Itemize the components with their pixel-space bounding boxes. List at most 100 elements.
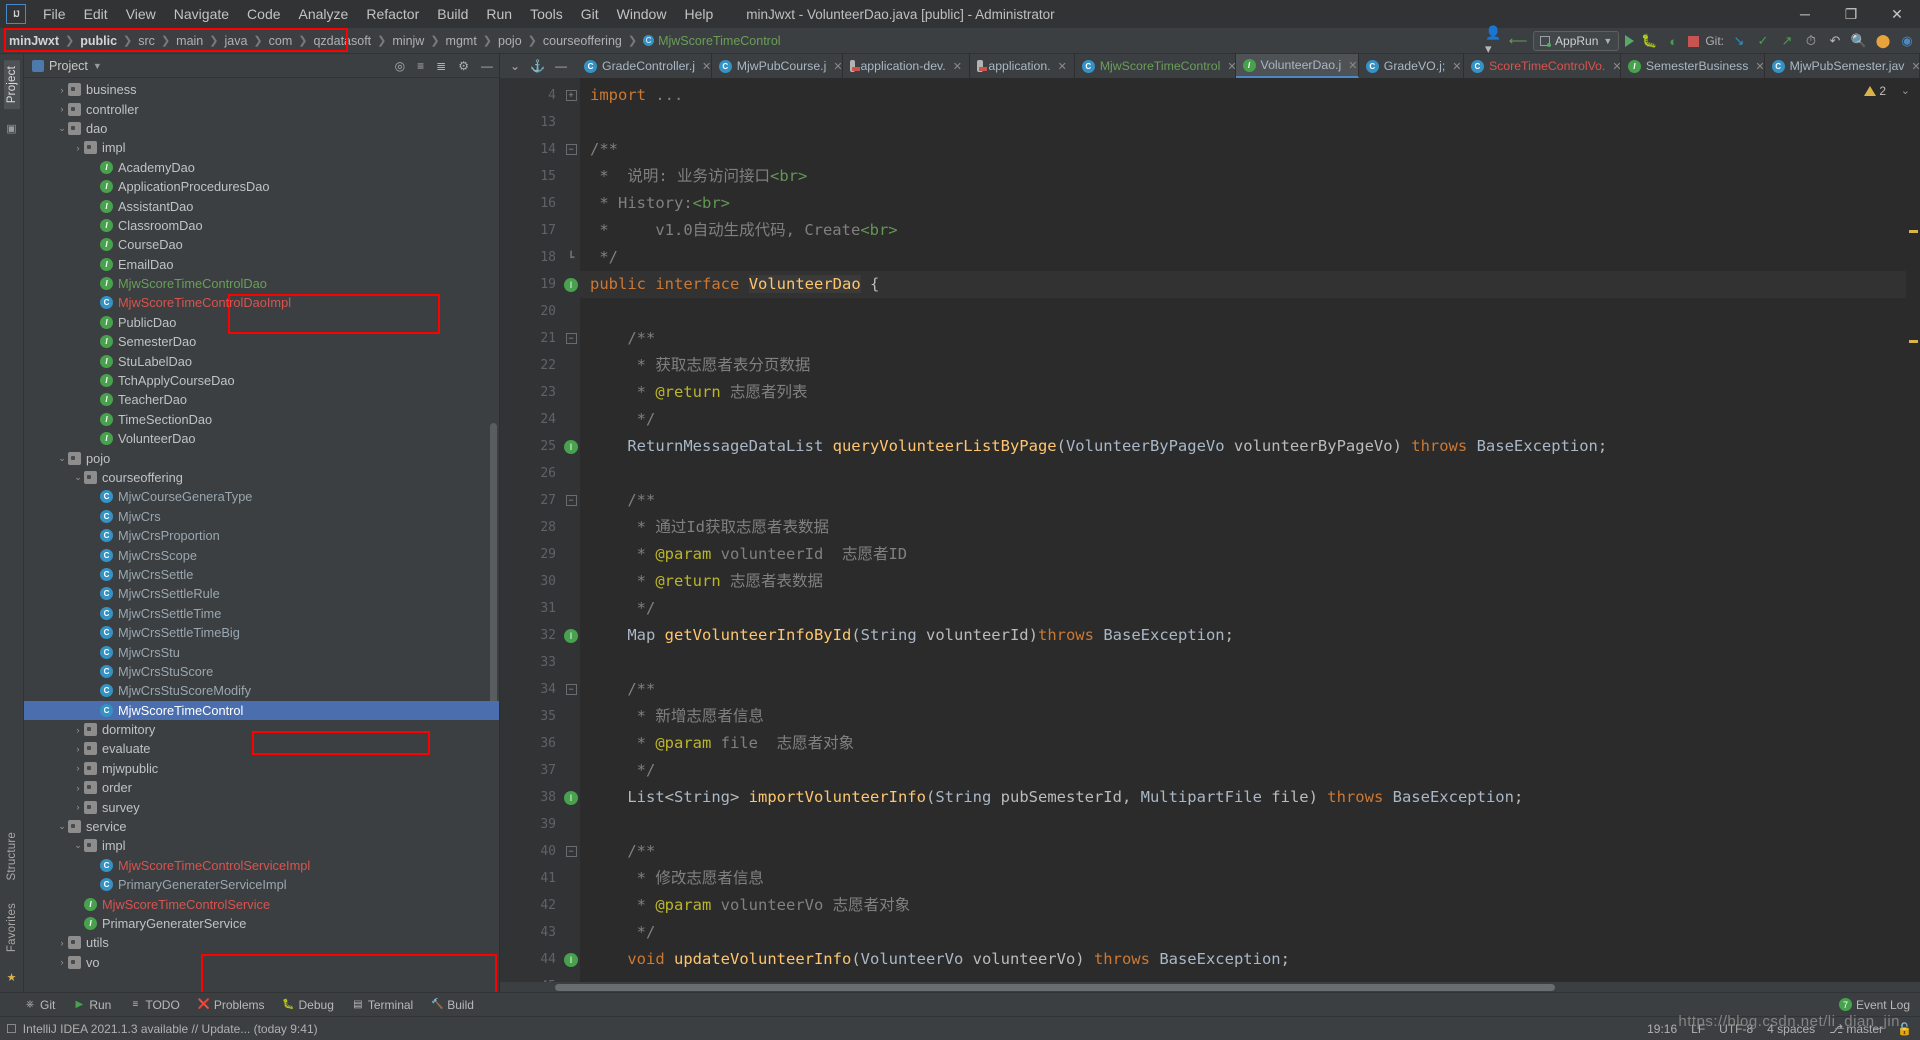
collapse-all-icon[interactable]: ≡ xyxy=(417,59,424,73)
tree-row[interactable]: C MjwCrsSettleTimeBig xyxy=(24,623,499,642)
code-line[interactable] xyxy=(580,460,1920,487)
project-tree[interactable]: › business › controller ⌄ dao › impl I AcademyDao… xyxy=(24,78,499,992)
code-line[interactable]: import ... xyxy=(580,82,1920,109)
tool-window-problems[interactable]: ❌ Problems xyxy=(198,998,265,1012)
breadcrumb[interactable]: minJwxt ❯ public ❯ src ❯ main ❯ java ❯ c… xyxy=(0,32,786,50)
code-line[interactable]: public interface VolunteerDao { xyxy=(580,271,1920,298)
branch-indicator[interactable]: ⎇ master xyxy=(1829,1022,1883,1036)
tool-window-build[interactable]: 🔨 Build xyxy=(431,998,474,1012)
code-line[interactable]: * @param file 志愿者对象 xyxy=(580,730,1920,757)
tree-row[interactable]: I VolunteerDao xyxy=(24,429,499,448)
tree-row[interactable]: C MjwCrsStu xyxy=(24,642,499,661)
implementation-marker-icon[interactable]: I xyxy=(562,433,580,460)
tree-row[interactable]: I PublicDao xyxy=(24,313,499,332)
code-line[interactable]: */ xyxy=(580,244,1920,271)
fold-collapse-icon[interactable]: − xyxy=(562,487,580,514)
stop-icon[interactable] xyxy=(1688,35,1700,47)
breadcrumb-item-courseoffering[interactable]: courseoffering xyxy=(538,32,627,50)
breadcrumb-item-java[interactable]: java xyxy=(219,32,252,50)
chevron-down-icon[interactable]: ⌄ xyxy=(56,123,68,134)
tree-row[interactable]: C MjwCrsSettleRule xyxy=(24,584,499,603)
menu-item-refactor[interactable]: Refactor xyxy=(357,2,428,26)
code-line[interactable]: * 新增志愿者信息 xyxy=(580,703,1920,730)
implementation-marker-icon[interactable]: I xyxy=(562,946,580,973)
tree-row[interactable]: › survey xyxy=(24,797,499,816)
menu-item-view[interactable]: View xyxy=(117,2,165,26)
chevron-right-icon[interactable]: › xyxy=(56,104,68,114)
code-line[interactable]: * 获取志愿者表分页数据 xyxy=(580,352,1920,379)
breadcrumb-item-mgmt[interactable]: mgmt xyxy=(441,32,482,50)
tree-row[interactable]: › evaluate xyxy=(24,739,499,758)
fold-end-icon[interactable]: ┗ xyxy=(562,244,580,271)
tree-row[interactable]: I StuLabelDao xyxy=(24,351,499,370)
code-line[interactable]: * History:<br> xyxy=(580,190,1920,217)
editor-tab[interactable]: application-dev. ✕ xyxy=(843,54,970,78)
menu-item-git[interactable]: Git xyxy=(572,2,608,26)
editor-tab[interactable]: I SemesterBusiness ✕ xyxy=(1621,54,1765,78)
locate-icon[interactable]: ◎ xyxy=(395,59,405,73)
breadcrumb-item-com[interactable]: com xyxy=(264,32,298,50)
menu-item-code[interactable]: Code xyxy=(238,2,289,26)
chevron-down-icon[interactable]: ⌄ xyxy=(1901,84,1910,97)
tree-row[interactable]: C PrimaryGeneraterServiceImpl xyxy=(24,875,499,894)
coverage-icon[interactable]: ◐ xyxy=(1664,32,1682,50)
code-line[interactable]: * @param volunteerId 志愿者ID xyxy=(580,541,1920,568)
code-line[interactable] xyxy=(580,811,1920,838)
code-folding-gutter[interactable]: + − ┗ I − I − I − I − I xyxy=(562,78,580,982)
hide-icon[interactable]: — xyxy=(481,59,493,73)
close-tab-icon[interactable]: ✕ xyxy=(1348,59,1357,72)
code-line[interactable]: ReturnMessageDataList queryVolunteerList… xyxy=(580,433,1920,460)
git-commit-icon[interactable]: ✓ xyxy=(1754,32,1772,50)
editor-tab[interactable]: application. ✕ xyxy=(970,54,1075,78)
code-line[interactable]: * @param volunteerVo 志愿者对象 xyxy=(580,892,1920,919)
code-line[interactable]: /** xyxy=(580,838,1920,865)
tree-row[interactable]: I EmailDao xyxy=(24,255,499,274)
warning-marker[interactable] xyxy=(1909,340,1918,343)
tree-row[interactable]: › dormitory xyxy=(24,720,499,739)
menu-item-navigate[interactable]: Navigate xyxy=(165,2,238,26)
tree-row[interactable]: I MjwScoreTimeControlService xyxy=(24,894,499,913)
editor-tab[interactable]: I VolunteerDao.j ✕ xyxy=(1235,54,1359,78)
tool-window-run[interactable]: ▶ Run xyxy=(73,998,111,1012)
tree-row[interactable]: ⌄ courseoffering xyxy=(24,468,499,487)
tree-row[interactable]: I ApplicationProceduresDao xyxy=(24,177,499,196)
implementation-marker-icon[interactable]: I xyxy=(562,784,580,811)
avatar-icon[interactable]: ⬤ xyxy=(1874,32,1892,50)
sidebar-item-structure[interactable]: Structure xyxy=(4,826,20,886)
tree-row[interactable]: ⌄ impl xyxy=(24,836,499,855)
indent-setting[interactable]: 4 spaces xyxy=(1767,1022,1815,1036)
menu-item-edit[interactable]: Edit xyxy=(75,2,117,26)
tree-row[interactable]: ⌄ service xyxy=(24,817,499,836)
close-tab-icon[interactable]: ✕ xyxy=(1058,60,1067,73)
code-line[interactable]: */ xyxy=(580,595,1920,622)
tree-row[interactable]: C MjwCourseGeneraType xyxy=(24,487,499,506)
sort-tabs-icon[interactable]: ⌄ xyxy=(510,59,520,73)
editor-tab-bar[interactable]: ⌄ ⚓ — C GradeController.j ✕ C MjwPubCourse.j… xyxy=(500,54,1920,78)
menu-item-build[interactable]: Build xyxy=(428,2,477,26)
expand-icon[interactable]: ≣ xyxy=(436,59,446,73)
chevron-right-icon[interactable]: › xyxy=(72,744,84,754)
user-icon[interactable]: 👤▾ xyxy=(1485,25,1503,56)
close-tab-icon[interactable]: ✕ xyxy=(833,60,842,73)
close-tab-icon[interactable]: ✕ xyxy=(1755,60,1764,73)
editor-tab[interactable]: C GradeVO.j; ✕ xyxy=(1359,54,1464,78)
warning-marker[interactable] xyxy=(1909,230,1918,233)
file-encoding[interactable]: UTF-8 xyxy=(1719,1022,1753,1036)
close-button[interactable]: ✕ xyxy=(1874,0,1920,28)
sidebar-item-project[interactable]: Project xyxy=(3,60,20,110)
inspection-scrollbar[interactable] xyxy=(1906,78,1920,982)
code-line[interactable]: * 通过Id获取志愿者表数据 xyxy=(580,514,1920,541)
editor-tab[interactable]: C MjwPubCourse.j ✕ xyxy=(712,54,844,78)
tree-row[interactable]: I AcademyDao xyxy=(24,158,499,177)
tool-window-terminal[interactable]: ▤ Terminal xyxy=(352,998,413,1012)
implementation-marker-icon[interactable]: I xyxy=(562,271,580,298)
chevron-right-icon[interactable]: › xyxy=(56,85,68,95)
breadcrumb-item-minjw[interactable]: minjw xyxy=(387,32,429,50)
sidebar-item-favorites[interactable]: Favorites xyxy=(4,897,20,958)
breadcrumb-item-minjwxt[interactable]: minJwxt xyxy=(4,32,64,50)
breadcrumb-item-qzdatasoft[interactable]: qzdatasoft xyxy=(308,32,376,50)
tree-row[interactable]: I CourseDao xyxy=(24,235,499,254)
code-line[interactable]: * @return 志愿者表数据 xyxy=(580,568,1920,595)
code-line[interactable]: void updateVolunteerInfo(VolunteerVo vol… xyxy=(580,946,1920,973)
code-line[interactable] xyxy=(580,649,1920,676)
